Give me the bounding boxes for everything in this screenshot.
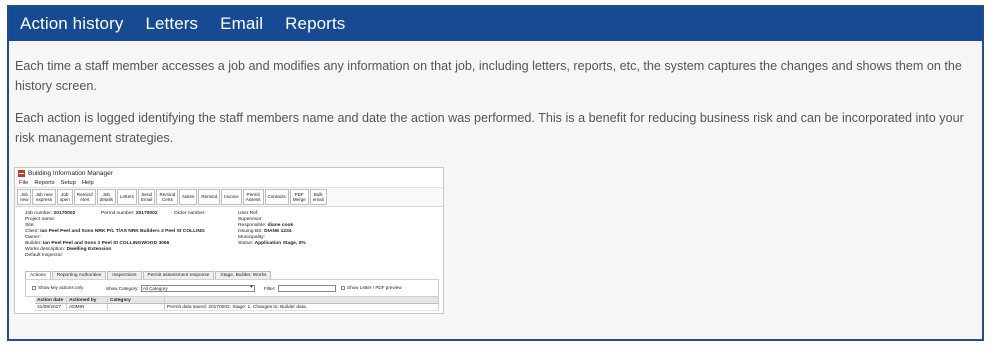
subtab-stage-builder-works: Stage, Builder, Works — [215, 271, 272, 279]
menu-file: File — [19, 180, 29, 186]
subtab-permit-assessment: Permit assessment response — [142, 271, 215, 279]
toolbar-button-remind-alert: Remind Alert — [73, 189, 96, 205]
toolbar-button-bulk-email: Bulk email — [309, 189, 327, 205]
tab-letters[interactable]: Letters — [145, 14, 198, 34]
builder-value: Ian Peel Peel and Sons 2 Peel St COLLING… — [42, 241, 170, 246]
history-filters: Show key actions only Show Category: All… — [25, 279, 439, 297]
permit-number-label: Permit number: — [101, 211, 135, 216]
show-letter-pdf-label: Show Letter / PDF preview — [347, 285, 402, 290]
checkbox-icon — [341, 285, 345, 290]
column-header-actioned-by: Actioned by — [67, 297, 108, 303]
job-info-block: Job number: 20170002 Permit number: 2017… — [15, 207, 443, 269]
toolbar-button-job-new-express: Job new express — [32, 189, 56, 205]
tab-action-history[interactable]: Action history — [20, 14, 123, 34]
issuing-bs-value: DIANE 1234 — [264, 229, 292, 234]
subtab-actions: Actions — [25, 271, 51, 279]
cell-details: Permit data saved: 20170002. Stage: 1. C… — [165, 304, 439, 310]
show-letter-pdf-filter: Show Letter / PDF preview — [341, 285, 402, 290]
menu-help: Help — [81, 180, 94, 186]
app-screenshot: Building Information Manager File Report… — [14, 167, 444, 314]
column-header-action-date: Action date — [35, 297, 67, 303]
client-row: Client: Ian Peel Peel and Sons NRK P/L T… — [25, 229, 205, 234]
menu-bar: File Reports Setup Help — [15, 179, 443, 188]
works-description-row: Works description: Dwelling Extension — [25, 247, 111, 252]
toolbar-button-invoice: Invoice — [221, 189, 242, 205]
description-paragraph-1: Each time a staff member accesses a job … — [15, 59, 962, 93]
grid-header: Action date Actioned by Category — [35, 297, 439, 304]
toolbar-button-job-open: Job open — [56, 189, 73, 205]
app-logo-icon — [18, 170, 25, 177]
toolbar-button-permit-assess: Permit Assess — [242, 189, 264, 205]
window-title-bar: Building Information Manager — [15, 168, 443, 179]
user-ref-label: User Ref: — [238, 211, 259, 216]
tab-bar: Action history Letters Email Reports — [9, 7, 982, 41]
status-label: Status: — [238, 241, 254, 246]
filter-field: Filter: — [264, 285, 337, 292]
cell-action-date: 31/08/2017 — [35, 304, 67, 310]
history-panel: Action history Letters Email Reports Eac… — [7, 5, 984, 341]
issuing-bs-row: Issuing BS: DIANE 1234 — [238, 229, 292, 234]
app-toolbar: Job new Job new express Job open Remind … — [15, 188, 443, 207]
window-title: Building Information Manager — [28, 170, 113, 177]
tab-email[interactable]: Email — [220, 14, 263, 34]
history-grid: Action date Actioned by Category 31/08/2… — [35, 297, 439, 313]
builder-label: Builder: — [25, 241, 42, 246]
toolbar-button-job-new: Job new — [17, 189, 32, 205]
show-key-actions-label: Show key actions only — [38, 285, 84, 290]
toolbar-button-remind-certs: Remind Certs — [156, 189, 179, 205]
builder-row: Builder: Ian Peel Peel and Sons 2 Peel S… — [25, 241, 169, 246]
job-number-row: Job number: 20170002 — [25, 211, 75, 216]
project-name-label: Project name: — [25, 217, 56, 222]
cell-category — [108, 304, 165, 310]
checkbox-icon — [32, 285, 36, 290]
menu-setup: Setup — [60, 180, 76, 186]
job-number-label: Job number: — [25, 211, 53, 216]
client-label: Client: — [25, 229, 39, 234]
show-category-label: Show Category: — [106, 286, 139, 291]
default-inspector-label: Default Inspector: — [25, 253, 64, 258]
order-number-label: Order number: — [174, 211, 206, 216]
responsible-label: Responsible: — [238, 223, 267, 228]
show-category-filter: Show Category: All Category — [106, 285, 255, 292]
site-label: Site: — [25, 223, 35, 228]
filter-input — [278, 285, 337, 292]
column-header-category: Category — [108, 297, 165, 303]
toolbar-button-remind: Remind — [198, 189, 221, 205]
permit-number-value: 20170002 — [135, 211, 158, 216]
works-description-label: Works description: — [25, 247, 66, 252]
issuing-bs-label: Issuing BS: — [238, 229, 263, 234]
table-row: 31/08/2017 ADMIN Permit data saved: 2017… — [35, 304, 439, 311]
works-description-value: Dwelling Extension — [66, 247, 112, 252]
toolbar-button-notes: Notes — [179, 189, 198, 205]
cell-actioned-by: ADMIN — [67, 304, 108, 310]
menu-reports: Reports — [34, 180, 55, 186]
status-value: Application Stage, 0% — [254, 241, 306, 246]
job-number-value: 20170002 — [53, 211, 76, 216]
toolbar-button-job-details: Job details — [96, 189, 116, 205]
subtab-inspections: Inspections — [107, 271, 142, 279]
toolbar-button-pdf-merge: PDF Merge — [289, 189, 309, 205]
column-header-details — [165, 297, 439, 303]
filter-label: Filter: — [264, 286, 276, 291]
permit-number-row: Permit number: 20170002 — [101, 211, 158, 216]
tab-content: Each time a staff member accesses a job … — [9, 41, 982, 148]
show-key-actions-filter: Show key actions only — [32, 285, 83, 290]
subtab-reporting-authorities: Reporting Authorities — [51, 271, 107, 279]
toolbar-button-letters: Letters — [116, 189, 137, 205]
responsible-value: diane cook — [267, 223, 294, 228]
tab-reports[interactable]: Reports — [285, 14, 345, 34]
toolbar-button-contacts: Contacts — [264, 189, 289, 205]
municipality-label: Municipality: — [238, 235, 265, 240]
status-row: Status: Application Stage, 0% — [238, 241, 306, 246]
owner-label: Owner: — [25, 235, 41, 240]
client-value: Ian Peel Peel and Sons NRK P/L T/AS NRK … — [40, 229, 205, 234]
toolbar-button-send-email: Send Email — [137, 189, 156, 205]
responsible-row: Responsible: diane cook — [238, 223, 293, 228]
description-paragraph-2: Each action is logged identifying the st… — [15, 111, 964, 145]
history-subtabs: Actions Reporting Authorities Inspection… — [25, 271, 272, 279]
category-select: All Category — [140, 285, 255, 292]
supervisor-label: Supervisor: — [238, 217, 263, 222]
